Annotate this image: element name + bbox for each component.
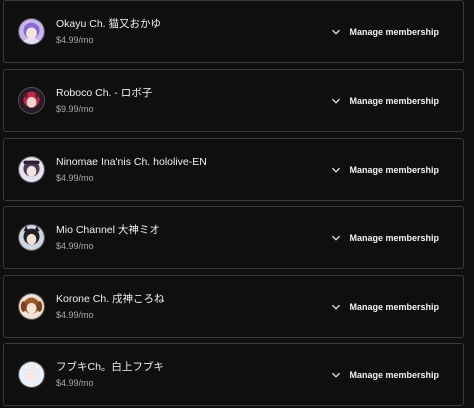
- membership-info: Mio Channel 大神ミオ $4.99/mo: [56, 207, 160, 268]
- channel-avatar[interactable]: [18, 361, 45, 388]
- chevron-down-icon: [331, 370, 341, 380]
- channel-avatar[interactable]: [18, 18, 45, 45]
- manage-membership-button[interactable]: Manage membership: [331, 233, 439, 243]
- avatar-image: [19, 19, 44, 44]
- avatar-image: [19, 88, 44, 113]
- manage-membership-label: Manage membership: [349, 301, 439, 312]
- channel-name[interactable]: Roboco Ch. - ロボ子: [56, 86, 152, 100]
- membership-price: $4.99/mo: [56, 378, 94, 388]
- chevron-down-icon: [331, 96, 341, 106]
- channel-avatar[interactable]: [18, 87, 45, 114]
- membership-info: Ninomae Ina'nis Ch. hololive-EN $4.99/mo: [56, 139, 207, 200]
- membership-list: Okayu Ch. 猫又おかゆ $4.99/mo Manage membersh…: [0, 0, 474, 408]
- avatar-image: [19, 157, 44, 182]
- chevron-down-icon: [331, 27, 341, 37]
- membership-price: $4.99/mo: [56, 241, 94, 251]
- membership-card[interactable]: Roboco Ch. - ロボ子 $9.99/mo Manage members…: [3, 69, 464, 132]
- manage-membership-label: Manage membership: [349, 232, 439, 243]
- channel-name[interactable]: Korone Ch. 戌神ころね: [56, 292, 165, 306]
- channel-name[interactable]: Okayu Ch. 猫又おかゆ: [56, 17, 161, 31]
- membership-card[interactable]: Okayu Ch. 猫又おかゆ $4.99/mo Manage membersh…: [3, 0, 464, 63]
- membership-price: $4.99/mo: [56, 35, 94, 45]
- membership-card[interactable]: Mio Channel 大神ミオ $4.99/mo Manage members…: [3, 206, 464, 269]
- membership-price: $4.99/mo: [56, 310, 94, 320]
- chevron-down-icon: [331, 233, 341, 243]
- membership-price: $4.99/mo: [56, 173, 94, 183]
- manage-membership-button[interactable]: Manage membership: [331, 165, 439, 175]
- chevron-down-icon: [331, 302, 341, 312]
- membership-info: Okayu Ch. 猫又おかゆ $4.99/mo: [56, 1, 161, 62]
- manage-membership-label: Manage membership: [349, 26, 439, 37]
- channel-name[interactable]: Mio Channel 大神ミオ: [56, 223, 160, 237]
- manage-membership-button[interactable]: Manage membership: [331, 370, 439, 380]
- membership-info: フブキCh。白上フブキ $4.99/mo: [56, 344, 164, 405]
- channel-avatar[interactable]: [18, 293, 45, 320]
- avatar-image: [19, 362, 44, 387]
- channel-name[interactable]: Ninomae Ina'nis Ch. hololive-EN: [56, 155, 207, 169]
- membership-card[interactable]: フブキCh。白上フブキ $4.99/mo Manage membership: [3, 343, 464, 406]
- channel-avatar[interactable]: [18, 224, 45, 251]
- membership-info: Korone Ch. 戌神ころね $4.99/mo: [56, 276, 165, 337]
- membership-price: $9.99/mo: [56, 104, 94, 114]
- manage-membership-button[interactable]: Manage membership: [331, 27, 439, 37]
- manage-membership-label: Manage membership: [349, 95, 439, 106]
- membership-card[interactable]: Korone Ch. 戌神ころね $4.99/mo Manage members…: [3, 275, 464, 338]
- channel-avatar[interactable]: [18, 156, 45, 183]
- manage-membership-button[interactable]: Manage membership: [331, 302, 439, 312]
- manage-membership-label: Manage membership: [349, 369, 439, 380]
- channel-name[interactable]: フブキCh。白上フブキ: [56, 360, 164, 374]
- membership-info: Roboco Ch. - ロボ子 $9.99/mo: [56, 70, 152, 131]
- chevron-down-icon: [331, 165, 341, 175]
- manage-membership-button[interactable]: Manage membership: [331, 96, 439, 106]
- manage-membership-label: Manage membership: [349, 164, 439, 175]
- membership-card[interactable]: Ninomae Ina'nis Ch. hololive-EN $4.99/mo…: [3, 138, 464, 201]
- avatar-image: [19, 294, 44, 319]
- avatar-image: [19, 225, 44, 250]
